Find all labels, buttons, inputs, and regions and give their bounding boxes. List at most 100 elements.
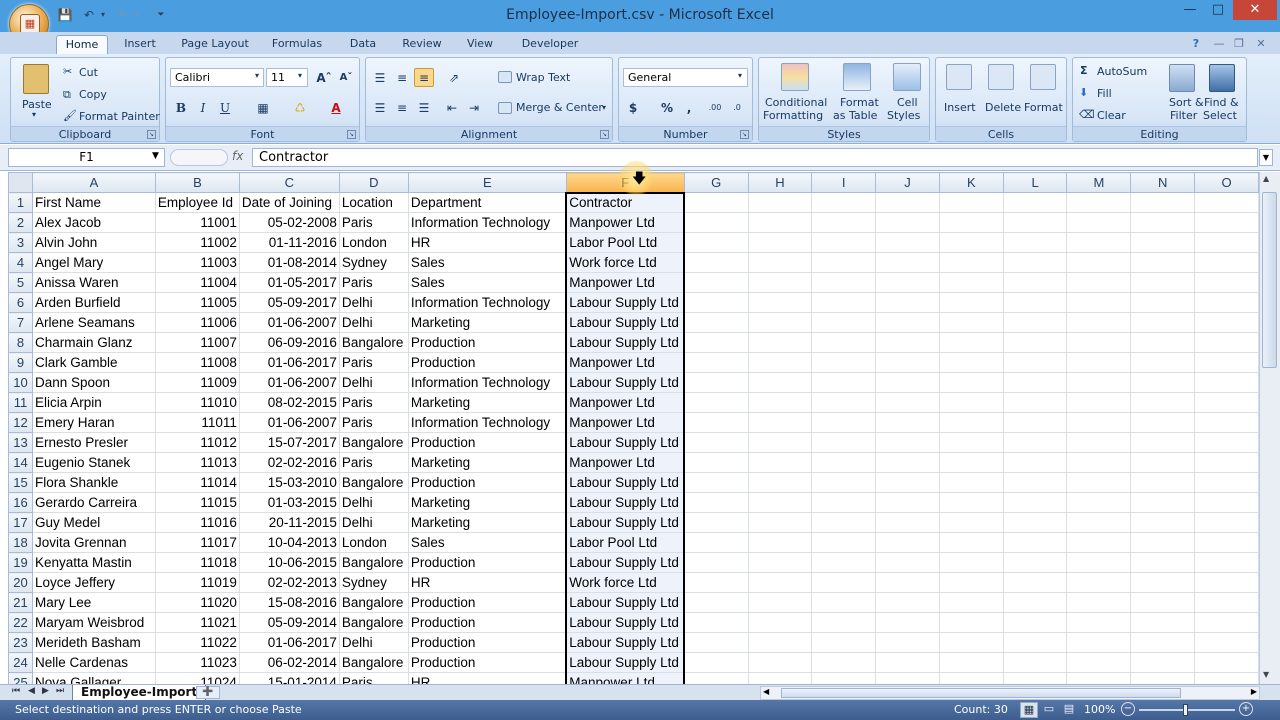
cell-e3[interactable]: HR xyxy=(407,232,567,253)
cell-n25[interactable] xyxy=(1130,672,1196,684)
cell-c19[interactable]: 10-06-2015 xyxy=(238,552,340,573)
cell-c12[interactable]: 01-06-2007 xyxy=(238,412,340,433)
cell-j6[interactable] xyxy=(875,292,940,313)
cell-j10[interactable] xyxy=(875,372,940,393)
cell-f2[interactable]: Manpower Ltd xyxy=(565,212,686,233)
cell-j22[interactable] xyxy=(875,612,940,633)
customize-qat-icon[interactable]: ⏷ xyxy=(151,5,171,25)
cell-g8[interactable] xyxy=(683,332,749,353)
cell-h14[interactable] xyxy=(747,452,813,473)
cell-d19[interactable]: Bangalore xyxy=(338,552,409,573)
merge-center-button[interactable]: Merge & Center xyxy=(516,101,603,114)
horizontal-scroll-thumb[interactable] xyxy=(781,688,1181,698)
cell-c15[interactable]: 15-03-2010 xyxy=(238,472,340,493)
cell-o2[interactable] xyxy=(1194,212,1259,233)
cell-g18[interactable] xyxy=(683,532,749,553)
row-header[interactable]: 5 xyxy=(8,272,33,293)
cell-a8[interactable]: Charmain Glanz xyxy=(31,332,156,353)
cell-n6[interactable] xyxy=(1130,292,1196,313)
cell-d22[interactable]: Bangalore xyxy=(338,612,409,633)
cell-e22[interactable]: Production xyxy=(407,612,567,633)
cell-g11[interactable] xyxy=(683,392,749,413)
cell-b15[interactable]: 11014 xyxy=(154,472,240,493)
cell-styles-label-2[interactable]: Styles xyxy=(887,109,920,122)
cell-k13[interactable] xyxy=(938,432,1004,453)
cell-n8[interactable] xyxy=(1130,332,1196,353)
cell-a1[interactable]: First Name xyxy=(31,192,156,213)
cell-g12[interactable] xyxy=(683,412,749,433)
cell-f15[interactable]: Labour Supply Ltd xyxy=(565,472,686,493)
cell-i15[interactable] xyxy=(811,472,877,493)
align-left-icon[interactable]: ☰ xyxy=(370,98,390,117)
cell-l2[interactable] xyxy=(1002,212,1068,233)
cell-e25[interactable]: HR xyxy=(407,672,567,684)
cell-e6[interactable]: Information Technology xyxy=(407,292,567,313)
cell-c10[interactable]: 01-06-2007 xyxy=(238,372,340,393)
cell-n17[interactable] xyxy=(1130,512,1196,533)
cell-m8[interactable] xyxy=(1066,332,1132,353)
cell-j12[interactable] xyxy=(875,412,940,433)
minimize-icon[interactable]: — xyxy=(1177,0,1203,22)
cell-m21[interactable] xyxy=(1066,592,1132,613)
cell-h18[interactable] xyxy=(747,532,813,553)
cell-c8[interactable]: 06-09-2016 xyxy=(238,332,340,353)
cell-b5[interactable]: 11004 xyxy=(154,272,240,293)
ribbon-minimize-icon[interactable]: — xyxy=(1210,35,1228,54)
cell-b1[interactable]: Employee Id xyxy=(154,192,240,213)
column-header-n[interactable]: N xyxy=(1130,172,1196,193)
cell-e13[interactable]: Production xyxy=(407,432,567,453)
cell-h9[interactable] xyxy=(747,352,813,373)
cell-i12[interactable] xyxy=(811,412,877,433)
decrease-decimal-icon[interactable]: .0 xyxy=(727,98,747,117)
cell-d17[interactable]: Delhi xyxy=(338,512,409,533)
cell-a10[interactable]: Dann Spoon xyxy=(31,372,156,393)
cell-m20[interactable] xyxy=(1066,572,1132,593)
column-header-e[interactable]: E xyxy=(407,172,567,193)
cell-c2[interactable]: 05-02-2008 xyxy=(238,212,340,233)
cut-button[interactable]: Cut xyxy=(79,66,98,79)
cell-l24[interactable] xyxy=(1002,652,1068,673)
cell-a13[interactable]: Ernesto Presler xyxy=(31,432,156,453)
cell-d10[interactable]: Delhi xyxy=(338,372,409,393)
cell-m5[interactable] xyxy=(1066,272,1132,293)
cell-o1[interactable] xyxy=(1194,192,1259,213)
redo-dropdown-icon[interactable]: ▾ xyxy=(127,5,147,25)
cell-o22[interactable] xyxy=(1194,612,1259,633)
borders-icon[interactable]: ▦ xyxy=(253,98,273,117)
cell-d14[interactable]: Paris xyxy=(338,452,409,473)
cell-o10[interactable] xyxy=(1194,372,1259,393)
cell-k21[interactable] xyxy=(938,592,1004,613)
row-header[interactable]: 2 xyxy=(8,212,33,233)
cell-e20[interactable]: HR xyxy=(407,572,567,593)
cell-b23[interactable]: 11022 xyxy=(154,632,240,653)
row-header[interactable]: 17 xyxy=(8,512,33,533)
cell-i8[interactable] xyxy=(811,332,877,353)
cell-e19[interactable]: Production xyxy=(407,552,567,573)
align-middle-icon[interactable]: ≡ xyxy=(392,68,412,87)
cell-a12[interactable]: Emery Haran xyxy=(31,412,156,433)
scroll-left-icon[interactable]: ◀ xyxy=(763,687,769,696)
cell-e21[interactable]: Production xyxy=(407,592,567,613)
cell-m3[interactable] xyxy=(1066,232,1132,253)
row-header[interactable]: 14 xyxy=(8,452,33,473)
cell-i11[interactable] xyxy=(811,392,877,413)
cell-o6[interactable] xyxy=(1194,292,1259,313)
cell-i7[interactable] xyxy=(811,312,877,333)
cell-d11[interactable]: Paris xyxy=(338,392,409,413)
cell-g13[interactable] xyxy=(683,432,749,453)
cell-g10[interactable] xyxy=(683,372,749,393)
cell-j8[interactable] xyxy=(875,332,940,353)
cell-k7[interactable] xyxy=(938,312,1004,333)
cell-o21[interactable] xyxy=(1194,592,1259,613)
undo-dropdown-icon[interactable]: ▾ xyxy=(93,5,113,25)
align-bottom-icon[interactable]: ≡ xyxy=(414,68,434,87)
cell-c20[interactable]: 02-02-2013 xyxy=(238,572,340,593)
cell-b14[interactable]: 11013 xyxy=(154,452,240,473)
cell-k14[interactable] xyxy=(938,452,1004,473)
column-header-k[interactable]: K xyxy=(938,172,1004,193)
cell-o23[interactable] xyxy=(1194,632,1259,653)
cell-n24[interactable] xyxy=(1130,652,1196,673)
close-icon[interactable]: ✕ xyxy=(1233,0,1277,20)
cell-n11[interactable] xyxy=(1130,392,1196,413)
prev-sheet-icon[interactable]: ◀ xyxy=(28,686,35,696)
